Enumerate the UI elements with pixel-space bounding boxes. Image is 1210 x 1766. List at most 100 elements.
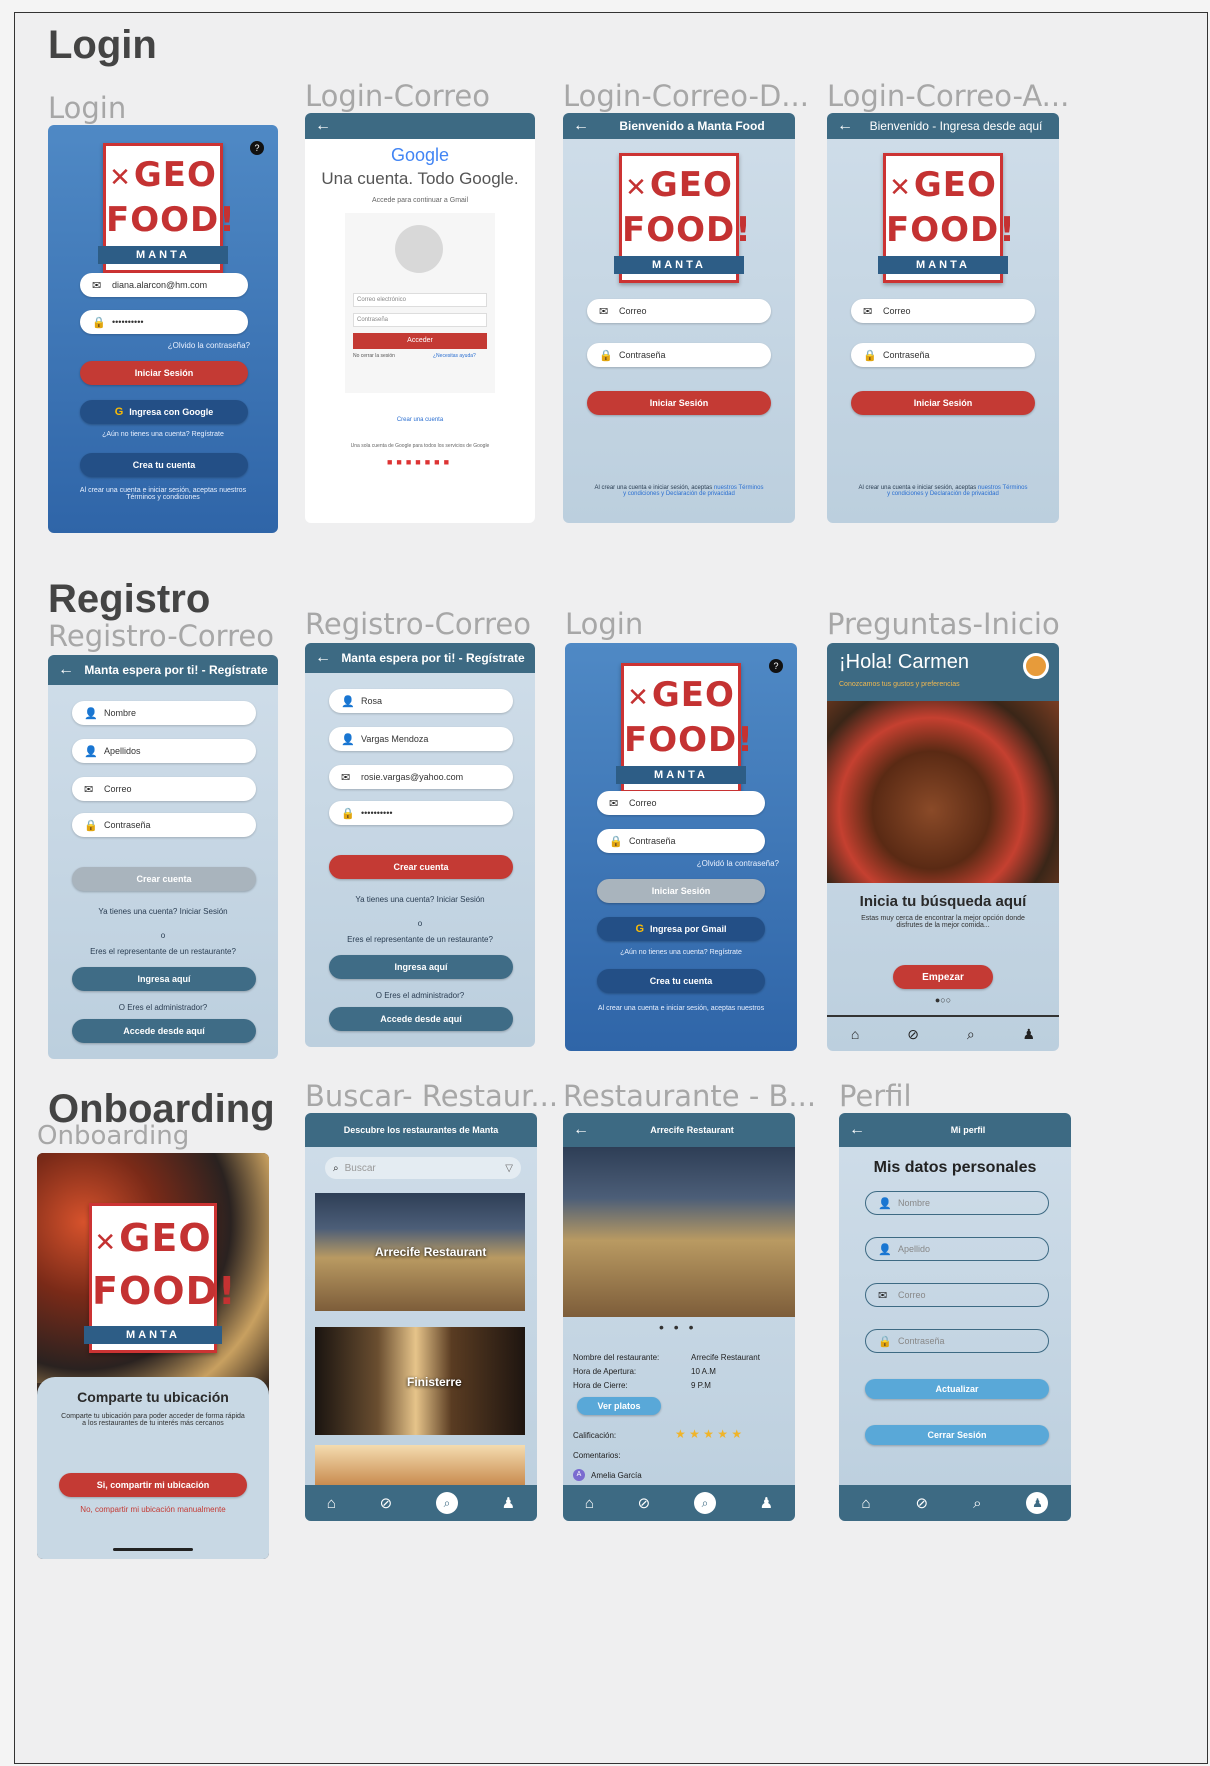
back-arrow-icon[interactable]: ← <box>849 1121 865 1139</box>
star-rating[interactable]: ★ ★ ★ ★ ★ <box>675 1427 742 1441</box>
email-field[interactable]: ✉ Correo <box>597 791 765 815</box>
email-field[interactable]: ✉ Correo <box>865 1283 1049 1307</box>
search-input[interactable]: ⌕ Buscar ▽ <box>325 1157 521 1179</box>
have-account-link[interactable]: Ya tienes una cuenta? Iniciar Sesión <box>305 895 535 904</box>
gmail-signin-button[interactable]: G Ingresa por Gmail <box>597 917 765 941</box>
google-password-input[interactable]: Contraseña <box>353 313 487 327</box>
name-field[interactable]: 👤 Rosa <box>329 689 513 713</box>
frame-title: Login <box>565 607 644 641</box>
create-account-button[interactable]: Crear cuenta <box>72 867 256 891</box>
restaurant-card[interactable]: Arrecife Restaurant <box>315 1193 525 1311</box>
restaurant-card[interactable] <box>315 1445 525 1485</box>
update-button[interactable]: Actualizar <box>865 1379 1049 1399</box>
user-icon[interactable]: ♟ <box>760 1494 773 1512</box>
search-icon[interactable]: ⌕ <box>693 1492 716 1514</box>
name-field[interactable]: 👤 Nombre <box>72 701 256 725</box>
help-icon[interactable]: ? <box>769 659 783 673</box>
compass-icon[interactable]: ⊘ <box>907 1026 919 1043</box>
have-account-link[interactable]: Ya tienes una cuenta? Iniciar Sesión <box>48 907 278 916</box>
back-arrow-icon[interactable]: ← <box>837 117 853 135</box>
view-dishes-button[interactable]: Ver platos <box>577 1397 661 1415</box>
forgot-password-link[interactable]: ¿Olvido la contraseña? <box>168 341 250 350</box>
register-hint[interactable]: ¿Aún no tienes una cuenta? Regístrate <box>68 431 258 438</box>
name-field[interactable]: 👤 Nombre <box>865 1191 1049 1215</box>
home-icon[interactable]: ⌂ <box>585 1495 594 1512</box>
user-icon[interactable]: ♟ <box>1026 1492 1049 1514</box>
user-icon[interactable]: ♟ <box>1023 1026 1036 1043</box>
help-link[interactable]: ¿Necesitas ayuda? <box>433 353 476 359</box>
password-field[interactable]: 🔒 Contraseña <box>597 829 765 853</box>
terms-text: Al crear una cuenta e iniciar sesión, ac… <box>597 1005 765 1012</box>
back-arrow-icon[interactable]: ← <box>315 649 331 667</box>
password-field[interactable]: 🔒 •••••••••• <box>80 310 248 334</box>
password-field[interactable]: 🔒 Contraseña <box>587 343 771 367</box>
header-bar: ← Manta espera por ti! - Regístrate <box>48 655 278 685</box>
email-field[interactable]: ✉ Correo <box>587 299 771 323</box>
search-icon[interactable]: ⌕ <box>967 1026 975 1043</box>
google-signin-button[interactable]: Acceder <box>353 333 487 349</box>
compass-icon[interactable]: ⊘ <box>380 1494 393 1512</box>
admin-access-button[interactable]: Accede desde aquí <box>329 1007 513 1031</box>
create-account-button[interactable]: Crea tu cuenta <box>597 969 765 993</box>
frame-title: Onboarding <box>37 1121 190 1151</box>
compass-icon[interactable]: ⊘ <box>916 1494 929 1512</box>
help-icon[interactable]: ? <box>250 141 264 155</box>
manual-location-link[interactable]: No, compartir mi ubicación manualmente <box>67 1505 239 1514</box>
email-field[interactable]: ✉ Correo <box>851 299 1035 323</box>
back-arrow-icon[interactable]: ← <box>573 117 589 135</box>
email-field[interactable]: ✉ rosie.vargas@yahoo.com <box>329 765 513 789</box>
compass-icon[interactable]: ⊘ <box>638 1494 651 1512</box>
signin-button[interactable]: Iniciar Sesión <box>597 879 765 903</box>
back-arrow-icon[interactable]: ← <box>573 1121 589 1139</box>
register-hint[interactable]: ¿Aún no tienes una cuenta? Regístrate <box>575 949 787 956</box>
forgot-password-link[interactable]: ¿Olvidó la contraseña? <box>697 859 779 868</box>
filter-icon[interactable]: ▽ <box>505 1163 513 1174</box>
password-field[interactable]: 🔒 Contraseña <box>851 343 1035 367</box>
google-signin-button[interactable]: G Ingresa con Google <box>80 400 248 424</box>
home-icon[interactable]: ⌂ <box>851 1026 859 1042</box>
info-label: Nombre del restaurante: <box>573 1353 660 1362</box>
lastname-field[interactable]: 👤 Apellidos <box>72 739 256 763</box>
search-body: Estas muy cerca de encontrar la mejor op… <box>861 915 1025 929</box>
info-label: Hora de Cierre: <box>573 1381 628 1390</box>
password-field[interactable]: 🔒 Contraseña <box>72 813 256 837</box>
password-field[interactable]: 🔒 •••••••••• <box>329 801 513 825</box>
enter-here-button[interactable]: Ingresa aquí <box>329 955 513 979</box>
frame-title: Login-Correo <box>305 79 490 113</box>
food-photo <box>827 701 1059 883</box>
signin-button[interactable]: Iniciar Sesión <box>80 361 248 385</box>
lastname-field[interactable]: 👤 Vargas Mendoza <box>329 727 513 751</box>
back-arrow-icon[interactable]: ← <box>58 661 74 679</box>
home-icon[interactable]: ⌂ <box>327 1495 336 1512</box>
google-card: Correo electrónico Contraseña Acceder No… <box>345 213 495 393</box>
user-icon: 👤 <box>878 1197 892 1210</box>
google-icon: G <box>114 406 124 418</box>
start-button[interactable]: Empezar <box>893 965 993 989</box>
create-account-button[interactable]: Crea tu cuenta <box>80 453 248 477</box>
create-account-button[interactable]: Crear cuenta <box>329 855 513 879</box>
avatar[interactable] <box>1023 653 1049 679</box>
signin-button[interactable]: Iniciar Sesión <box>851 391 1035 415</box>
greeting-sub: Conozcamos tus gustos y preferencias <box>839 681 960 688</box>
user-icon[interactable]: ♟ <box>502 1494 515 1512</box>
enter-here-button[interactable]: Ingresa aquí <box>72 967 256 991</box>
search-icon[interactable]: ⌕ <box>973 1495 981 1512</box>
lastname-field[interactable]: 👤 Apellido <box>865 1237 1049 1261</box>
google-email-input[interactable]: Correo electrónico <box>353 293 487 307</box>
back-arrow-icon[interactable]: ← <box>315 117 331 135</box>
logout-button[interactable]: Cerrar Sesión <box>865 1425 1049 1445</box>
stay-signed-in[interactable]: No cerrar la sesión <box>353 353 395 359</box>
admin-access-button[interactable]: Accede desde aquí <box>72 1019 256 1043</box>
home-icon[interactable]: ⌂ <box>861 1495 870 1512</box>
frame-title: Login-Correo-A... <box>827 79 1070 113</box>
search-icon[interactable]: ⌕ <box>435 1492 458 1514</box>
share-location-button[interactable]: Si, compartir mi ubicación <box>59 1473 247 1497</box>
user-icon: 👤 <box>84 707 98 720</box>
email-field[interactable]: ✉ diana.alarcon@hm.com <box>80 273 248 297</box>
restaurant-card[interactable]: Finisterre <box>315 1327 525 1435</box>
email-field[interactable]: ✉ Correo <box>72 777 256 801</box>
password-field[interactable]: 🔒 Contraseña <box>865 1329 1049 1353</box>
carousel-dots[interactable]: • • • <box>659 1319 696 1335</box>
signin-button[interactable]: Iniciar Sesión <box>587 391 771 415</box>
create-google-account-link[interactable]: Crear una cuenta <box>305 417 535 423</box>
